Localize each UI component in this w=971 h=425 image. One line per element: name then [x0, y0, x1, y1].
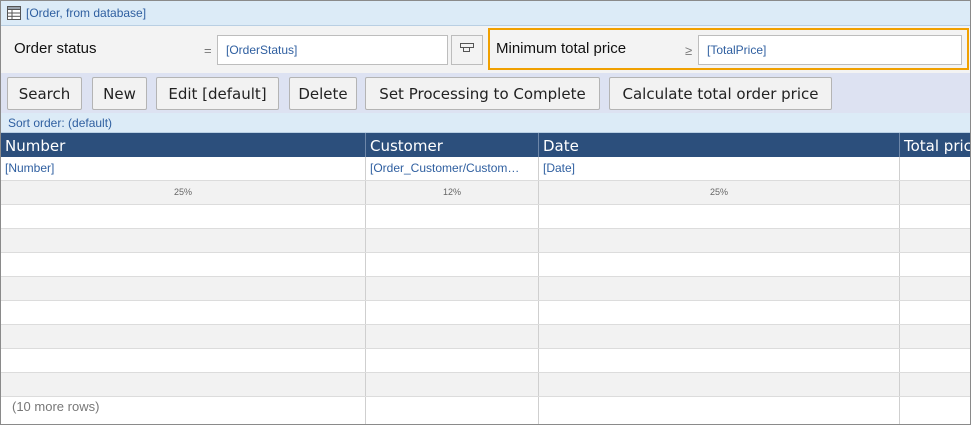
minimum-total-price-label: Minimum total price — [496, 40, 627, 57]
order-status-label: Order status — [14, 40, 97, 57]
table-cell — [1, 325, 366, 348]
search-button[interactable]: Search — [7, 77, 82, 110]
customer-width-cell: 12% — [366, 181, 539, 204]
table-cell — [1, 277, 366, 300]
table-row[interactable] — [1, 253, 970, 277]
table-cell — [539, 349, 900, 372]
order-status-operator: = — [204, 43, 212, 58]
table-cell — [539, 253, 900, 276]
table-cell — [366, 253, 539, 276]
table-cell — [1, 301, 366, 324]
title-bar: [Order, from database] — [1, 1, 970, 26]
lookup-picker-icon — [459, 41, 475, 59]
delete-button[interactable]: Delete — [289, 77, 357, 110]
total-price-width-cell — [900, 181, 970, 204]
filter-panel: Order status = [OrderStatus] Minimum tot… — [1, 26, 970, 73]
table-cell — [1, 253, 366, 276]
column-header-total-price[interactable]: Total pric — [899, 133, 970, 157]
table-row: 25% 12% 25% — [1, 181, 970, 205]
minimum-total-price-input[interactable]: [TotalPrice] — [698, 35, 962, 65]
more-rows-indicator: (10 more rows) — [12, 399, 100, 414]
order-status-input[interactable]: [OrderStatus] — [217, 35, 448, 65]
table-cell — [366, 229, 539, 252]
table-cell — [539, 397, 900, 424]
lookup-picker-button[interactable] — [451, 35, 483, 65]
table-cell — [366, 205, 539, 228]
table-cell — [366, 397, 539, 424]
column-header-customer[interactable]: Customer — [365, 133, 538, 157]
table-cell — [1, 205, 366, 228]
window-title: [Order, from database] — [26, 6, 147, 20]
number-binding-cell: [Number] — [1, 157, 366, 180]
date-width-cell: 25% — [539, 181, 900, 204]
column-header-date[interactable]: Date — [538, 133, 899, 157]
table-cell — [1, 229, 366, 252]
table-row[interactable]: [Number] [Order_Customer/Custom… [Date] — [1, 157, 970, 181]
set-processing-to-complete-button[interactable]: Set Processing to Complete — [365, 77, 600, 110]
table-cell — [539, 325, 900, 348]
table-cell — [366, 301, 539, 324]
table-row[interactable] — [1, 325, 970, 349]
order-list-window: [Order, from database] Order status = [O… — [0, 0, 971, 425]
date-binding-cell: [Date] — [539, 157, 900, 180]
edit-default-button[interactable]: Edit [default] — [156, 77, 279, 110]
table-row[interactable] — [1, 205, 970, 229]
sort-order-bar[interactable]: Sort order: (default) — [1, 113, 970, 133]
table-cell — [366, 277, 539, 300]
sort-order-label[interactable]: Sort order: (default) — [8, 116, 112, 130]
table-row[interactable] — [1, 277, 970, 301]
table-cell — [366, 373, 539, 396]
table-cell — [1, 373, 366, 396]
table-grid-icon — [6, 5, 22, 21]
table-row[interactable] — [1, 373, 970, 397]
table-row[interactable] — [1, 229, 970, 253]
minimum-total-price-operator: ≥ — [685, 43, 693, 58]
toolbar: Search New Edit [default] Delete Set Pro… — [1, 73, 970, 113]
table-row[interactable] — [1, 349, 970, 373]
table-row — [1, 397, 970, 424]
table-cell — [539, 277, 900, 300]
table-cell — [539, 205, 900, 228]
customer-binding-cell: [Order_Customer/Custom… — [366, 157, 539, 180]
table-row[interactable] — [1, 301, 970, 325]
table-cell — [366, 325, 539, 348]
table-cell — [1, 349, 366, 372]
table-cell — [539, 301, 900, 324]
new-button[interactable]: New — [92, 77, 147, 110]
table-cell — [539, 373, 900, 396]
table-cell — [539, 229, 900, 252]
number-width-cell: 25% — [1, 181, 366, 204]
table-header: Number Customer Date Total pric — [1, 133, 970, 157]
total-price-binding-cell — [900, 157, 970, 180]
calculate-total-order-price-button[interactable]: Calculate total order price — [609, 77, 832, 110]
table-cell — [366, 349, 539, 372]
column-header-number[interactable]: Number — [1, 133, 365, 157]
